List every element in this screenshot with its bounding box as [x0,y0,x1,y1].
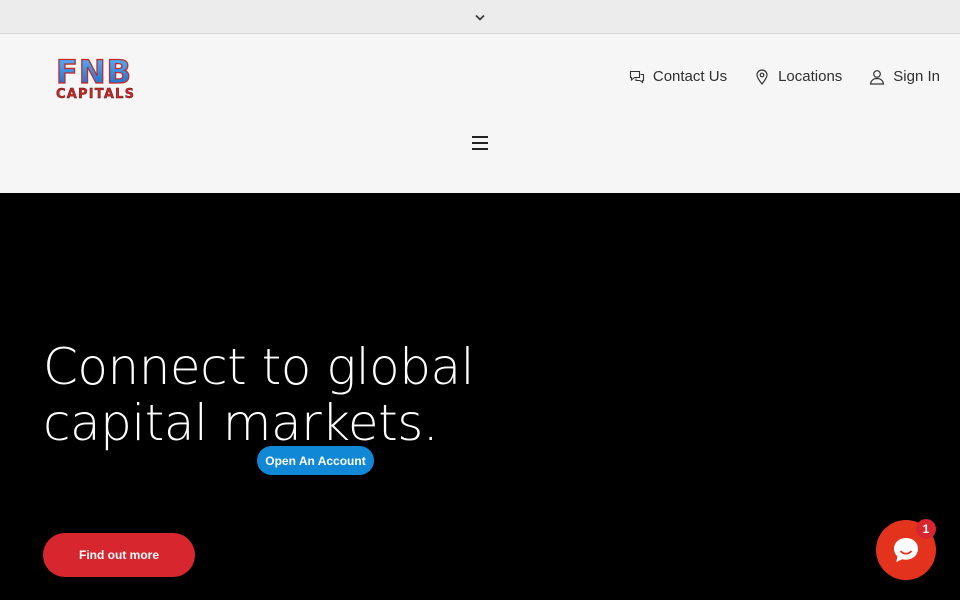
hero-section: Connect to global capital markets. Open … [0,193,960,600]
user-icon [869,69,885,85]
hero-headline: Connect to global capital markets. [43,338,474,452]
chat-bubbles-icon [629,69,645,85]
chevron-down-icon[interactable] [472,9,488,25]
hamburger-menu-icon[interactable] [472,136,488,150]
find-out-more-button[interactable]: Find out more [43,533,195,577]
logo-fnb-text: FNB [56,54,132,91]
map-pin-icon [754,68,770,85]
utility-nav: Contact Us Locations Sign In [629,68,940,85]
contact-us-label: Contact Us [652,68,728,85]
chat-notification-badge: 1 [916,519,936,539]
site-header: FNB CAPITALS Contact Us Locations Sign I… [0,34,960,193]
sign-in-label: Sign In [893,68,940,85]
open-account-button[interactable]: Open An Account [257,446,374,475]
contact-us-link[interactable]: Contact Us [629,68,727,85]
chat-bubble-icon [894,538,918,562]
top-bar [0,0,960,34]
logo-capitals-text: CAPITALS [56,87,135,102]
fnb-capitals-logo[interactable]: FNB CAPITALS [52,54,164,106]
locations-link[interactable]: Locations [754,68,842,85]
locations-label: Locations [778,68,843,85]
sign-in-link[interactable]: Sign In [869,68,940,85]
